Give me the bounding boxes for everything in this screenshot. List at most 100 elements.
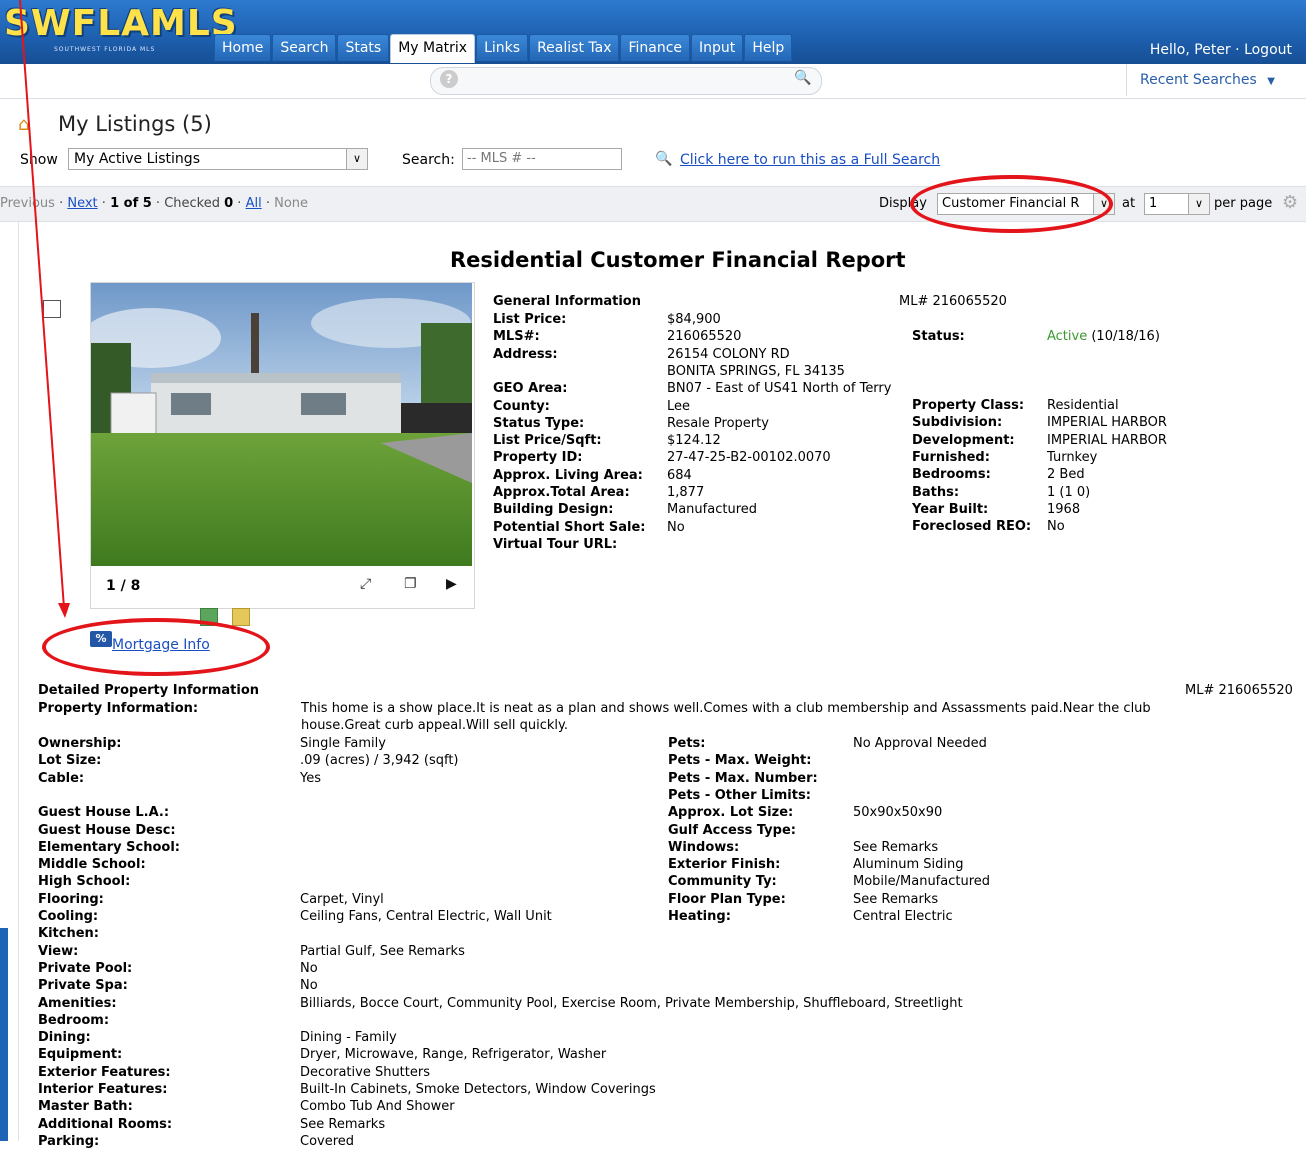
detail-field-label: Private Spa: — [38, 978, 128, 994]
detail-field-label: High School: — [38, 874, 131, 890]
detail-field-label: Interior Features: — [38, 1082, 168, 1097]
detail-field-label: Community Ty: — [668, 874, 777, 890]
annotation-circle-mortgage — [42, 618, 270, 676]
general-field-value: IMPERIAL HARBOR — [1047, 432, 1167, 448]
detail-field-value: Yes — [300, 770, 321, 786]
left-accent-bar — [0, 928, 8, 1141]
general-field-value: Resale Property — [667, 415, 769, 431]
detail-field-label: Parking: — [38, 1133, 100, 1149]
detail-field-label: Additional Rooms: — [38, 1116, 173, 1132]
photo-counter: 1 / 8 — [106, 578, 141, 594]
general-field-value: 26154 COLONY RD — [667, 346, 790, 362]
magnifier-icon: 🔍 — [655, 151, 673, 167]
general-field-label: List Price: — [493, 312, 567, 327]
general-field-label: Virtual Tour URL: — [493, 536, 618, 552]
general-field-value: 2 Bed — [1047, 467, 1085, 483]
detail-field-label: Amenities: — [38, 995, 117, 1011]
annotation-circle-display — [910, 175, 1113, 233]
logout-link[interactable]: Logout — [1244, 42, 1292, 58]
general-field-label: List Price/Sqft: — [493, 433, 602, 449]
detail-field-value: Single Family — [300, 736, 386, 751]
chevron-down-icon[interactable]: ∨ — [346, 149, 367, 169]
show-select-value: My Active Listings — [74, 151, 200, 167]
detail-field-value: No Approval Needed — [853, 736, 987, 751]
show-select[interactable]: My Active Listings ∨ — [68, 148, 368, 170]
detail-field-label: Exterior Features: — [38, 1064, 171, 1080]
per-page-select[interactable]: 1 ∨ — [1144, 193, 1210, 215]
general-field-value: BN07 - East of US41 North of Terry — [667, 381, 892, 397]
select-all-link[interactable]: All — [246, 196, 262, 211]
detail-field-label: Flooring: — [38, 891, 104, 907]
detail-field-label: Master Bath: — [38, 1099, 133, 1115]
general-ml-number: ML# 216065520 — [899, 294, 1007, 309]
general-field-value: $84,900 — [667, 312, 721, 327]
detail-field-label: View: — [38, 943, 79, 959]
detail-field-value: Central Electric — [853, 909, 953, 924]
search-label: Search: — [402, 152, 455, 168]
nav-tab-search[interactable]: Search — [272, 34, 337, 61]
detail-field-label: Bedroom: — [38, 1012, 110, 1028]
nav-tab-my-matrix[interactable]: My Matrix — [390, 34, 476, 63]
chevron-down-icon[interactable]: ∨ — [1188, 194, 1209, 214]
popout-icon[interactable]: ❐ — [404, 576, 417, 592]
user-greeting: Hello, Peter · Logout — [1149, 42, 1292, 58]
general-field-value: Lee — [667, 398, 691, 414]
detail-field-label: Lot Size: — [38, 753, 102, 769]
detail-field-value: Mobile/Manufactured — [853, 874, 991, 890]
nav-tab-realist-tax[interactable]: Realist Tax — [529, 34, 620, 61]
general-field-value: 684 — [667, 467, 692, 483]
general-field-label: Bedrooms: — [912, 467, 991, 483]
detail-field-label: Pets - Max. Weight: — [668, 753, 812, 769]
nav-tab-finance[interactable]: Finance — [620, 34, 691, 61]
listing-checkbox[interactable] — [43, 300, 61, 318]
general-field-label: Property ID: — [493, 450, 583, 466]
detail-field-value: Ceiling Fans, Central Electric, Wall Uni… — [300, 909, 552, 924]
detail-field-value: Combo Tub And Shower — [300, 1099, 455, 1115]
full-search-link[interactable]: Click here to run this as a Full Search — [680, 152, 940, 168]
detail-field-value: No — [300, 978, 318, 994]
detail-field-value: 50x90x50x90 — [853, 805, 943, 821]
select-none-link[interactable]: None — [274, 196, 308, 211]
detail-field-value: See Remarks — [300, 1116, 386, 1132]
detail-field-label: Floor Plan Type: — [668, 891, 786, 907]
expand-icon[interactable]: ⤢ — [360, 576, 371, 592]
next-photo-icon[interactable]: ▶ — [446, 576, 457, 592]
general-field-label: GEO Area: — [493, 381, 568, 397]
recent-searches-dropdown[interactable]: Recent Searches ▼ — [1126, 64, 1306, 96]
aerial-map-icon[interactable] — [232, 608, 250, 626]
general-field-value: 216065520 — [667, 329, 742, 345]
recent-searches-label: Recent Searches — [1140, 72, 1257, 88]
detail-field-label: Cable: — [38, 770, 85, 786]
quick-search-input[interactable] — [430, 67, 822, 95]
general-field-label: Approx. Living Area: — [493, 467, 643, 483]
nav-tab-home[interactable]: Home — [214, 34, 272, 61]
mls-search-input[interactable]: -- MLS # -- — [462, 148, 622, 170]
at-label: at — [1122, 196, 1136, 211]
nav-tab-help[interactable]: Help — [744, 34, 793, 61]
previous-link[interactable]: Previous — [0, 196, 55, 211]
search-icon[interactable]: 🔍 — [794, 70, 811, 86]
detail-field-value: Decorative Shutters — [300, 1064, 430, 1080]
detail-field-label: Pets: — [668, 736, 706, 751]
gear-icon[interactable]: ⚙ — [1282, 192, 1298, 213]
status-value: Active (10/18/16) — [1047, 329, 1160, 344]
general-field-label: County: — [493, 398, 550, 414]
page-title: My Listings (5) — [58, 112, 212, 136]
nav-tab-input[interactable]: Input — [691, 34, 744, 61]
swflamls-logo[interactable]: SWFLAMLS SOUTHWEST FLORIDA MLS — [0, 2, 237, 53]
general-field-label: Status Type: — [493, 415, 585, 431]
nav-tab-links[interactable]: Links — [476, 34, 529, 61]
next-link[interactable]: Next — [67, 196, 97, 211]
help-icon[interactable]: ? — [440, 70, 458, 88]
detailed-info-heading: Detailed Property Information — [38, 683, 260, 698]
general-field-value: 1 (1 0) — [1047, 484, 1091, 500]
general-field-label: Address: — [493, 346, 558, 362]
nav-tab-stats[interactable]: Stats — [337, 34, 390, 61]
detail-field-label: Dining: — [38, 1030, 91, 1046]
property-info-label: Property Information: — [38, 701, 199, 716]
greeting-text: Hello, Peter — [1149, 42, 1231, 58]
detail-field-value: No — [300, 960, 318, 976]
listing-photo[interactable] — [91, 283, 472, 566]
checked-label: Checked — [164, 196, 220, 211]
general-field-label: Subdivision: — [912, 415, 1003, 431]
